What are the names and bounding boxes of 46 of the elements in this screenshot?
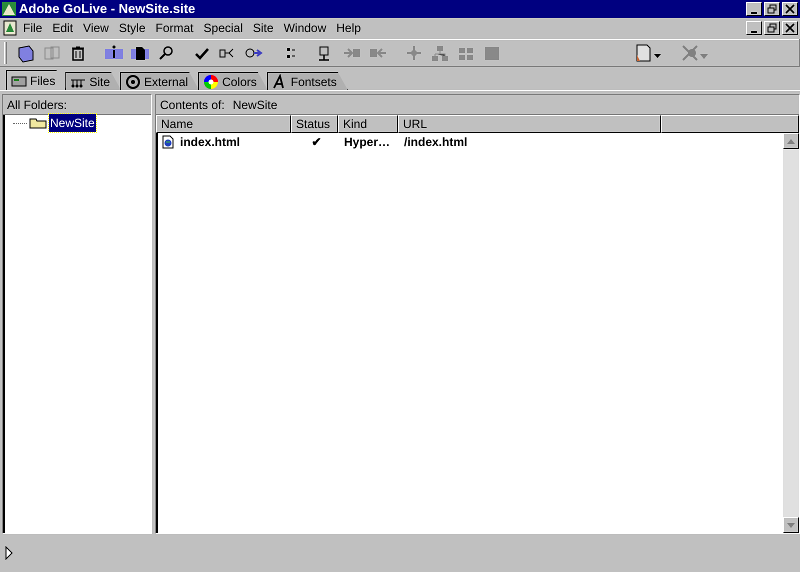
minimize-button[interactable] xyxy=(746,2,762,16)
file-url: /index.html xyxy=(404,135,468,149)
app-icon xyxy=(2,2,16,16)
tab[interactable]: Files xyxy=(6,70,66,90)
scroll-down-button[interactable] xyxy=(783,517,799,533)
column-header[interactable]: URL xyxy=(398,115,661,133)
menu-item[interactable]: Style xyxy=(114,19,151,37)
status-check: ✔ xyxy=(312,134,322,151)
column-header[interactable]: Name xyxy=(156,115,291,133)
window-title: Adobe GoLive - NewSite.site xyxy=(19,0,196,18)
restore-document-button[interactable] xyxy=(764,21,780,35)
menu-item[interactable]: File xyxy=(18,19,48,37)
expand-icon[interactable] xyxy=(5,546,13,560)
menu-item[interactable]: Help xyxy=(331,19,366,37)
column-header[interactable]: Status xyxy=(291,115,338,133)
close-icon xyxy=(785,23,795,33)
file-kind: Hyper… xyxy=(344,135,390,149)
scrollbar[interactable] xyxy=(783,133,799,533)
restore-button[interactable] xyxy=(764,2,780,16)
minimize-document-button[interactable] xyxy=(746,21,762,35)
tab[interactable]: External xyxy=(120,72,200,90)
menu-item[interactable]: Site xyxy=(248,19,279,37)
minimize-icon xyxy=(751,30,757,32)
menu-item[interactable]: View xyxy=(78,19,114,37)
menu-item[interactable]: Special xyxy=(198,19,248,37)
close-button[interactable] xyxy=(782,2,798,16)
down-arrow-icon xyxy=(787,522,795,528)
minimize-icon xyxy=(751,12,757,14)
document-icon[interactable] xyxy=(2,20,18,36)
column-header[interactable]: Kind xyxy=(338,115,398,133)
contents-label: Contents of: xyxy=(160,96,225,114)
folder-name: NewSite xyxy=(232,96,278,114)
close-document-button[interactable] xyxy=(782,21,798,35)
menu-item[interactable]: Window xyxy=(278,19,332,37)
up-arrow-icon xyxy=(787,138,795,144)
panel-header: All Folders: xyxy=(7,96,68,114)
tree-item[interactable]: NewSite xyxy=(49,114,96,132)
close-icon xyxy=(785,4,795,14)
menu-item[interactable]: Format xyxy=(150,19,199,37)
scroll-up-button[interactable] xyxy=(783,133,799,149)
tab[interactable]: Site xyxy=(65,72,122,90)
new-page-dropdown-icon[interactable] xyxy=(634,44,662,62)
tab[interactable]: Fontsets xyxy=(266,72,348,90)
tab[interactable]: Colors xyxy=(198,72,268,90)
menu-item[interactable]: Edit xyxy=(47,19,78,37)
file-name[interactable]: index.html xyxy=(180,133,240,151)
